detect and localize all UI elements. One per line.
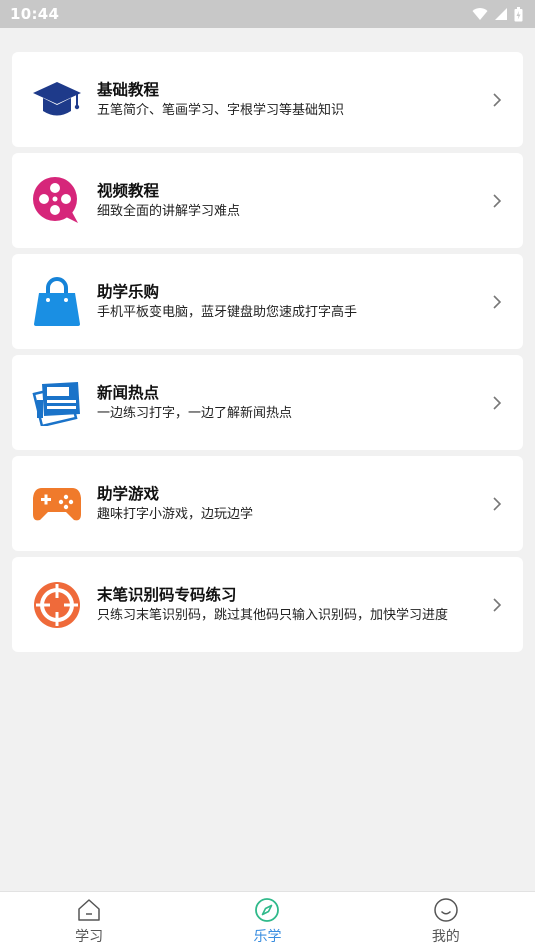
card-text: 视频教程 细致全面的讲解学习难点 xyxy=(97,181,481,220)
smile-icon xyxy=(434,898,458,922)
card-text: 新闻热点 一边练习打字，一边了解新闻热点 xyxy=(97,383,481,422)
card-basic-tutorial[interactable]: 基础教程 五笔简介、笔画学习、字根学习等基础知识 xyxy=(12,52,523,147)
status-time: 10:44 xyxy=(10,5,60,23)
tab-label: 乐学 xyxy=(253,929,282,945)
card-title: 基础教程 xyxy=(97,81,160,99)
graduation-cap-icon xyxy=(31,74,83,126)
compass-icon xyxy=(255,898,280,922)
signal-icon xyxy=(495,8,507,20)
chevron-right-icon xyxy=(493,496,502,511)
card-desc: 趣味打字小游戏，边玩边学 xyxy=(97,507,254,522)
card-title: 助学乐购 xyxy=(97,283,160,301)
card-recognition-code[interactable]: 末笔识别码专码练习 只练习末笔识别码，跳过其他码只输入识别码，加快学习进度 xyxy=(12,557,523,652)
bottom-tab-bar: 学习 乐学 我的 xyxy=(0,891,535,951)
newspaper-icon xyxy=(31,377,83,429)
tab-label: 学习 xyxy=(75,929,104,945)
card-text: 基础教程 五笔简介、笔画学习、字根学习等基础知识 xyxy=(97,80,481,119)
card-title: 助学游戏 xyxy=(97,485,160,503)
tab-fun-learning[interactable]: 乐学 xyxy=(178,892,356,951)
card-desc: 只练习末笔识别码，跳过其他码只输入识别码，加快学习进度 xyxy=(97,608,449,623)
chevron-right-icon xyxy=(493,92,502,107)
film-reel-icon xyxy=(31,175,83,227)
status-icons xyxy=(472,6,523,22)
chevron-right-icon xyxy=(493,597,502,612)
target-icon xyxy=(31,579,83,631)
card-news[interactable]: 新闻热点 一边练习打字，一边了解新闻热点 xyxy=(12,355,523,450)
chevron-right-icon xyxy=(493,193,502,208)
wifi-icon xyxy=(472,8,488,20)
tab-mine[interactable]: 我的 xyxy=(357,892,535,951)
card-shopping[interactable]: 助学乐购 手机平板变电脑，蓝牙键盘助您速成打字高手 xyxy=(12,254,523,349)
card-desc: 一边练习打字，一边了解新闻热点 xyxy=(97,406,293,421)
feature-list: 基础教程 五笔简介、笔画学习、字根学习等基础知识 视频教程 细致全面的讲解学习难… xyxy=(12,52,523,658)
status-bar: 10:44 xyxy=(0,0,535,28)
card-text: 助学游戏 趣味打字小游戏，边玩边学 xyxy=(97,484,481,523)
shopping-bag-icon xyxy=(31,276,83,328)
card-title: 视频教程 xyxy=(97,182,160,200)
card-desc: 细致全面的讲解学习难点 xyxy=(97,204,241,219)
battery-icon xyxy=(514,6,523,21)
gamepad-icon xyxy=(31,478,83,530)
card-desc: 手机平板变电脑，蓝牙键盘助您速成打字高手 xyxy=(97,305,358,320)
card-title: 末笔识别码专码练习 xyxy=(97,586,237,604)
chevron-right-icon xyxy=(493,395,502,410)
card-desc: 五笔简介、笔画学习、字根学习等基础知识 xyxy=(97,103,345,118)
tab-label: 我的 xyxy=(431,929,460,945)
card-text: 末笔识别码专码练习 只练习末笔识别码，跳过其他码只输入识别码，加快学习进度 xyxy=(97,585,481,624)
home-icon xyxy=(78,899,100,921)
card-video-tutorial[interactable]: 视频教程 细致全面的讲解学习难点 xyxy=(12,153,523,248)
card-games[interactable]: 助学游戏 趣味打字小游戏，边玩边学 xyxy=(12,456,523,551)
card-title: 新闻热点 xyxy=(97,384,160,402)
card-text: 助学乐购 手机平板变电脑，蓝牙键盘助您速成打字高手 xyxy=(97,282,481,321)
chevron-right-icon xyxy=(493,294,502,309)
tab-study[interactable]: 学习 xyxy=(0,892,178,951)
